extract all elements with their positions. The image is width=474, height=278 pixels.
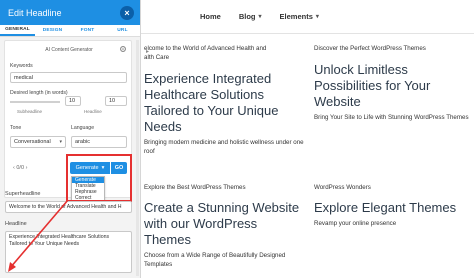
panel-header: Edit Headline × [0, 0, 140, 25]
tone-value: Conversational [14, 139, 51, 145]
nav-label: Blog [238, 11, 256, 21]
language-label: Language [71, 125, 95, 131]
block-subheadline: Revamp your online presence [314, 220, 397, 227]
block-superheadline: Discover the Perfect WordPress Themes [314, 45, 426, 52]
pager-count: 0/0 [16, 165, 25, 171]
block-subheadline: Choose from a Wide Range of Beautifully … [144, 252, 286, 268]
keywords-input[interactable]: medical [10, 72, 127, 83]
nav-divider [140, 33, 474, 34]
nav-link-elements[interactable]: Elements ▾ [280, 12, 319, 21]
nav-link-home[interactable]: Home [200, 12, 221, 21]
headline-textarea[interactable]: Experience Integrated Healthcare Solutio… [5, 231, 132, 273]
top-nav: Home Blog ▾ Elements ▾ [200, 9, 319, 23]
block-headline: Create a Stunning Website with our WordP… [144, 200, 300, 247]
annotation-highlight-box [66, 154, 132, 202]
headline-length-input[interactable]: 10 [105, 96, 127, 106]
block-headline: Experience Integrated Healthcare Solutio… [144, 71, 279, 134]
chevron-down-icon: ▾ [59, 139, 62, 145]
tone-select[interactable]: Conversational ▾ [10, 136, 66, 148]
block-superheadline: WordPress Wonders [314, 184, 371, 191]
chevron-down-icon: ▾ [315, 13, 319, 20]
hero-block-3[interactable]: Explore the Best WordPress Themes Create… [144, 183, 306, 269]
subheadline-length-slider[interactable] [10, 101, 60, 103]
language-input[interactable]: arabic [71, 136, 127, 148]
superheadline-label: Superheadline [5, 191, 41, 197]
tab-general[interactable]: GENERAL [0, 25, 35, 36]
length-label: Desired length (in words) [10, 90, 68, 96]
panel-scrollbar[interactable] [136, 40, 139, 276]
headline-label: Headline [5, 221, 27, 227]
edit-headline-panel: Edit Headline × GENERAL DESIGN FONT URL … [0, 0, 149, 278]
block-subheadline: Bring Your Site to Life with Stunning Wo… [314, 114, 469, 121]
gear-icon[interactable] [119, 45, 127, 53]
panel-title: Edit Headline [8, 7, 62, 18]
pager-prev-icon[interactable]: ‹ [13, 165, 15, 171]
superheadline-field[interactable]: Welcome to the World of Advanced Health … [5, 201, 132, 213]
block-superheadline: Explore the Best WordPress Themes [144, 184, 246, 191]
tab-url[interactable]: URL [105, 25, 140, 36]
headline-length-label: Headline [84, 109, 102, 114]
panel-tabs: GENERAL DESIGN FONT URL [0, 25, 140, 37]
nav-link-blog[interactable]: Blog ▾ [239, 12, 262, 21]
block-subheadline: Bringing modern medicine and holistic we… [144, 139, 304, 155]
generator-title: AI Content Generator [45, 47, 93, 53]
block-headline: Explore Elegant Themes [314, 200, 457, 215]
tone-label: Tone [10, 125, 22, 131]
hero-block-2[interactable]: Discover the Perfect WordPress Themes Un… [314, 44, 472, 122]
nav-label: Elements [279, 11, 313, 21]
pager-next-icon[interactable]: › [26, 165, 28, 171]
chevron-down-icon: ▾ [258, 13, 262, 20]
close-icon[interactable]: × [120, 5, 134, 20]
collapse-arrow-icon[interactable]: ▸ [146, 48, 153, 57]
hero-block-4[interactable]: WordPress Wonders Explore Elegant Themes… [314, 183, 472, 228]
result-pager: ‹ 0/0 › [13, 165, 27, 171]
tab-design[interactable]: DESIGN [35, 25, 70, 36]
subheadline-length-label: Subheadline [17, 109, 43, 114]
tab-font[interactable]: FONT [70, 25, 105, 36]
keywords-label: Keywords [10, 63, 33, 69]
block-superheadline: elcome to the World of Advanced Health a… [144, 45, 267, 61]
app-root: Home Blog ▾ Elements ▾ elcome to the Wor… [0, 0, 474, 278]
block-headline: Unlock Limitless Possibilities for Your … [314, 62, 431, 109]
nav-label: Home [200, 11, 221, 21]
hero-block-1[interactable]: elcome to the World of Advanced Health a… [144, 44, 306, 156]
subheadline-length-input[interactable]: 10 [65, 96, 81, 106]
